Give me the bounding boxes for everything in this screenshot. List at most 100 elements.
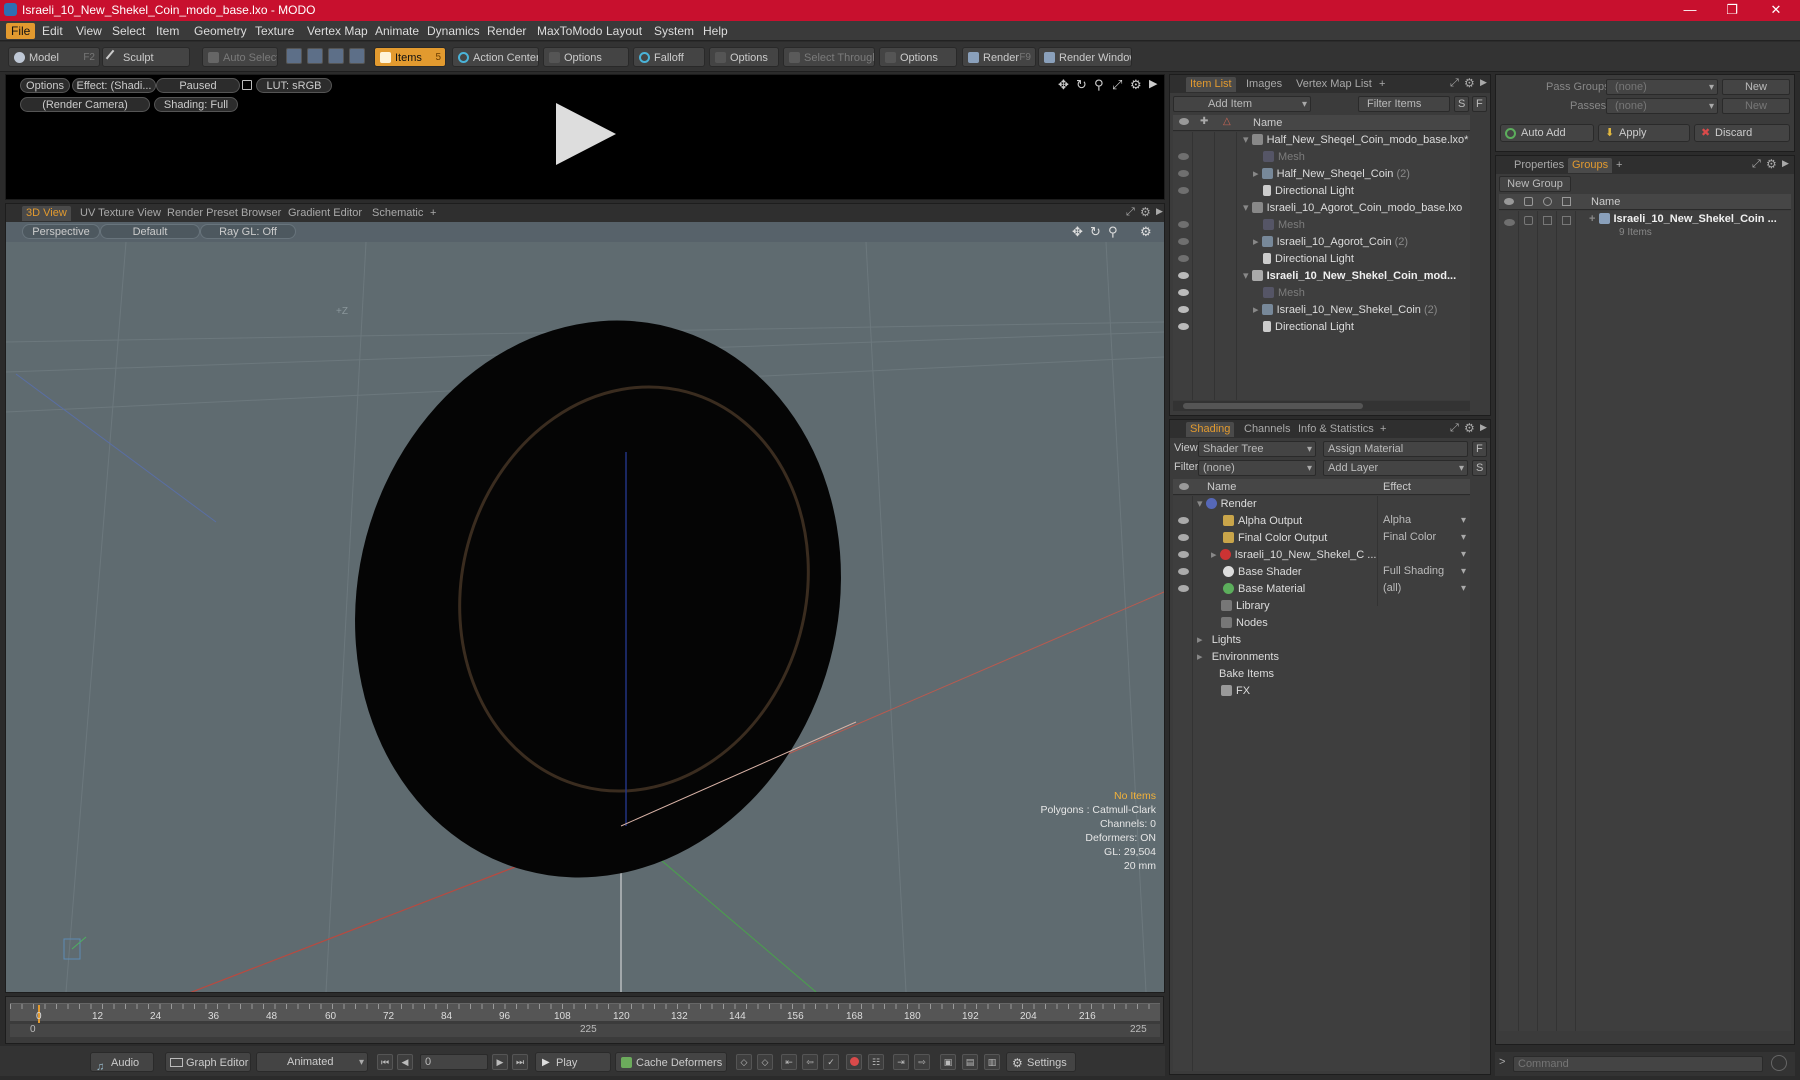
- menu-dynamics[interactable]: Dynamics: [422, 23, 485, 39]
- select-through-options-button[interactable]: Options: [879, 47, 957, 67]
- menu-maxtomodo[interactable]: MaxToModo: [532, 23, 607, 39]
- timeline-ruler[interactable]: 0 12 24 36 48 60 72 84 96 108 120 132 14…: [10, 1003, 1160, 1023]
- shader-alpha-output-row[interactable]: Alpha Output: [1223, 513, 1302, 530]
- model-button[interactable]: Model F2: [8, 47, 100, 67]
- go-to-end-icon[interactable]: ⏭: [512, 1054, 528, 1070]
- tree-mesh-row[interactable]: Mesh: [1263, 217, 1305, 234]
- key-selected-icon[interactable]: ◇: [736, 1054, 752, 1070]
- visibility-eye-icon[interactable]: [1178, 534, 1189, 541]
- add-tab-button[interactable]: +: [426, 206, 440, 221]
- rotate-view-icon[interactable]: ↻: [1076, 77, 1087, 93]
- key-filter-icon[interactable]: ☷: [868, 1054, 884, 1070]
- menu-view[interactable]: View: [71, 23, 107, 39]
- shader-fx-row[interactable]: FX: [1221, 683, 1250, 700]
- range-slider[interactable]: 0 225 225: [10, 1024, 1160, 1037]
- expand-arrow-icon[interactable]: ▶: [1149, 77, 1157, 90]
- expand-arrow-icon[interactable]: ▶: [1480, 422, 1487, 433]
- visibility-eye-icon[interactable]: [1178, 568, 1189, 575]
- key-all-icon[interactable]: ◇: [757, 1054, 773, 1070]
- sculpt-button[interactable]: Sculpt: [102, 47, 190, 67]
- discard-button[interactable]: ✖ Discard: [1694, 124, 1790, 142]
- command-input[interactable]: [1513, 1056, 1763, 1072]
- gear-icon[interactable]: ⚙: [1140, 224, 1152, 240]
- effect-dropdown[interactable]: Effect: (Shadi...: [72, 78, 156, 93]
- add-item-dropdown[interactable]: Add Item: [1173, 96, 1311, 112]
- shader-render-row[interactable]: ▾ Render: [1197, 496, 1257, 513]
- items-mode-button[interactable]: Items 5: [374, 47, 446, 67]
- tree-scene-row[interactable]: ▾ Half_New_Sheqel_Coin_modo_base.lxo*: [1243, 132, 1468, 149]
- new-group-button[interactable]: New Group: [1499, 176, 1571, 192]
- paused-button[interactable]: Paused: [156, 78, 240, 93]
- current-frame-input[interactable]: 0: [420, 1054, 488, 1070]
- menu-render[interactable]: Render: [482, 23, 531, 39]
- tree-light-row[interactable]: Directional Light: [1263, 319, 1354, 336]
- lock-checkbox[interactable]: [1543, 216, 1552, 225]
- shader-nodes-row[interactable]: Nodes: [1221, 615, 1268, 632]
- visibility-eye-icon[interactable]: [1178, 517, 1189, 524]
- lock-icon[interactable]: [242, 80, 252, 90]
- vertices-mode-icon[interactable]: [286, 48, 302, 64]
- tab-item-list[interactable]: Item List: [1186, 77, 1236, 92]
- alpha-effect-dropdown[interactable]: Alpha: [1379, 513, 1469, 529]
- next-key-icon[interactable]: ▶: [492, 1054, 508, 1070]
- render-window-button[interactable]: Render Window: [1038, 47, 1132, 67]
- cache-deformers-button[interactable]: Cache Deformers: [615, 1052, 727, 1072]
- shading-dropdown[interactable]: Shading: Full: [154, 97, 238, 112]
- maximize-view-icon[interactable]: ⤢: [1450, 77, 1459, 90]
- tree-item-row[interactable]: ▸ Israeli_10_New_Shekel_Coin (2): [1253, 302, 1437, 319]
- previous-key-icon[interactable]: ◀: [397, 1054, 413, 1070]
- visibility-eye-icon[interactable]: [1178, 187, 1189, 194]
- settings-button[interactable]: ⚙ Settings: [1006, 1052, 1076, 1072]
- menu-select[interactable]: Select: [107, 23, 150, 39]
- gear-icon[interactable]: ⚙: [1464, 421, 1475, 435]
- pass-groups-dropdown[interactable]: (none): [1606, 79, 1718, 95]
- select-through-button[interactable]: Select Through: [783, 47, 875, 67]
- visibility-eye-icon[interactable]: [1178, 153, 1189, 160]
- action-center-button[interactable]: Action Center: [452, 47, 539, 67]
- timeline[interactable]: 0 12 24 36 48 60 72 84 96 108 120 132 14…: [5, 996, 1164, 1044]
- action-center-options-button[interactable]: Options: [543, 47, 629, 67]
- tree-mesh-row[interactable]: Mesh: [1263, 149, 1305, 166]
- gear-icon[interactable]: ⚙: [1766, 157, 1777, 171]
- new-pass-button[interactable]: New: [1722, 98, 1790, 114]
- maximize-view-icon[interactable]: ⤢: [1112, 77, 1122, 93]
- close-button[interactable]: ✕: [1756, 2, 1796, 19]
- menu-animate[interactable]: Animate: [370, 23, 424, 39]
- visibility-eye-icon[interactable]: [1178, 551, 1189, 558]
- gear-icon[interactable]: ⚙: [1464, 76, 1475, 90]
- falloff-options-button[interactable]: Options: [709, 47, 779, 67]
- visibility-eye-icon[interactable]: [1178, 323, 1189, 330]
- scrollbar-thumb[interactable]: [1183, 403, 1363, 409]
- tree-light-row[interactable]: Directional Light: [1263, 183, 1354, 200]
- tab-images[interactable]: Images: [1242, 77, 1286, 92]
- horizontal-scrollbar[interactable]: [1173, 401, 1470, 411]
- shader-library-row[interactable]: Library: [1221, 598, 1270, 615]
- select-checkbox[interactable]: [1562, 216, 1571, 225]
- add-layer-dropdown[interactable]: Add Layer: [1323, 460, 1468, 476]
- view-dropdown[interactable]: Shader Tree: [1198, 441, 1316, 457]
- shader-lights-row[interactable]: ▸ Lights: [1197, 632, 1241, 649]
- render-toggle-icon[interactable]: [1524, 216, 1533, 225]
- play-button[interactable]: ▶ Play: [535, 1052, 611, 1072]
- add-tab-button[interactable]: +: [1612, 158, 1626, 173]
- auto-key-icon[interactable]: ✓: [823, 1054, 839, 1070]
- menu-file[interactable]: File: [6, 23, 36, 39]
- minimize-button[interactable]: —: [1670, 2, 1710, 19]
- tab-vertex-map-list[interactable]: Vertex Map List: [1292, 77, 1376, 92]
- shader-base-material-row[interactable]: Base Material: [1223, 581, 1305, 598]
- tab-gradient-editor[interactable]: Gradient Editor: [284, 206, 366, 221]
- coin-mesh[interactable]: [293, 265, 902, 932]
- next-key-frame-icon[interactable]: ⇥: [893, 1054, 909, 1070]
- maximize-button[interactable]: ❐: [1712, 2, 1752, 19]
- shading-s-button[interactable]: S: [1472, 460, 1487, 476]
- menu-layout[interactable]: Layout: [601, 23, 647, 39]
- filter-f-button[interactable]: F: [1472, 96, 1487, 112]
- tree-scene-row[interactable]: ▾ Israeli_10_Agorot_Coin_modo_base.lxo: [1243, 200, 1462, 217]
- visibility-eye-icon[interactable]: [1178, 585, 1189, 592]
- tab-info-statistics[interactable]: Info & Statistics: [1294, 422, 1378, 437]
- play-icon[interactable]: [556, 103, 616, 165]
- shader-final-color-row[interactable]: Final Color Output: [1223, 530, 1327, 547]
- record-icon[interactable]: [846, 1054, 862, 1070]
- add-tab-button[interactable]: +: [1375, 77, 1389, 92]
- visibility-eye-icon[interactable]: [1178, 238, 1189, 245]
